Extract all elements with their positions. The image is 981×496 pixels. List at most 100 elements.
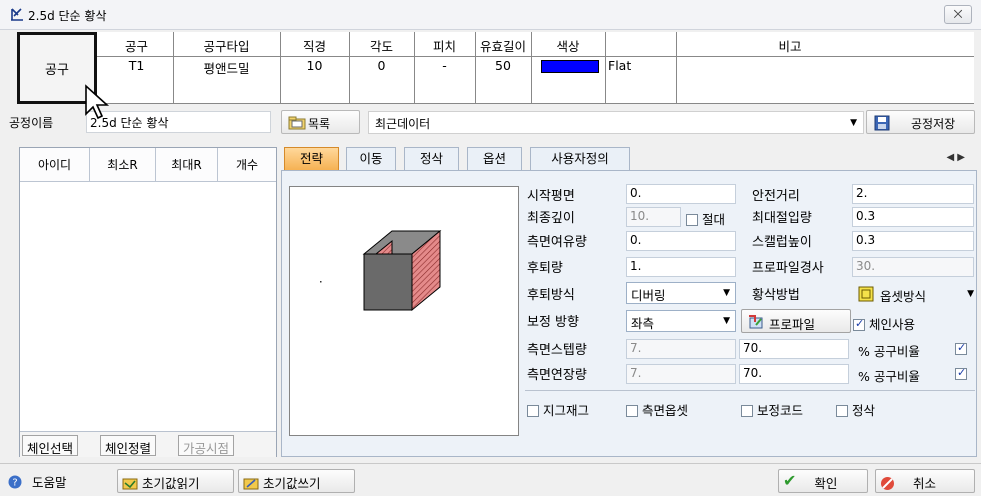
ok-label: 확인 (814, 476, 838, 491)
footer-bar: ? 도움말 초기값읽기 초기값쓰기 ✔ 확인 취소 (0, 463, 981, 496)
max-cut-label: 최대절입량 (752, 211, 812, 226)
retract-input[interactable]: 1. (626, 257, 736, 277)
floppy-icon (874, 115, 890, 131)
col-min-r-header[interactable]: 최소R (90, 148, 156, 182)
cell-tool-type[interactable]: 평앤드밀 (173, 58, 280, 78)
safe-distance-label: 안전거리 (752, 189, 800, 204)
rough-mode-select[interactable]: 옵셋방식 ▼ (852, 283, 976, 305)
retract-mode-value: 디버링 (631, 288, 666, 303)
help-button[interactable]: ? 도움말 (4, 469, 108, 493)
col-max-r-header[interactable]: 최대R (156, 148, 218, 182)
comp-direction-label: 보정 방향 (527, 315, 579, 330)
col-count-header[interactable]: 개수 (218, 148, 276, 182)
header-tool: 공구 (124, 39, 148, 54)
folder-icon (288, 116, 306, 130)
chain-button-bar: 체인선택 체인정렬 가공시점 (20, 431, 276, 457)
side-allowance-input[interactable]: 0. (626, 231, 736, 251)
side-extend-input[interactable]: 7. (626, 364, 736, 384)
finish-checkbox[interactable]: 정삭 (836, 400, 875, 419)
cell-color-swatch[interactable] (541, 60, 599, 73)
side-step-input[interactable]: 7. (626, 339, 736, 359)
close-button[interactable]: ⨉ (944, 5, 972, 24)
cell-angle[interactable]: 0 (349, 58, 414, 78)
tool-table-divider (97, 56, 974, 57)
list-button[interactable]: 목록 (281, 110, 360, 134)
checkbox-icon (626, 405, 638, 417)
checkbox-icon (836, 405, 848, 417)
tool-ratio-2-input[interactable]: 70. (739, 364, 849, 384)
header-effective-length: 유효길이 (479, 39, 526, 54)
profile-button[interactable]: 프로파일 (741, 309, 851, 333)
tool-ratio-1-checkbox[interactable] (955, 341, 971, 356)
cell-pitch[interactable]: - (414, 58, 475, 78)
tab-user-defined[interactable]: 사용자정의 (530, 147, 630, 171)
header-diameter: 직경 (302, 39, 326, 54)
side-allowance-label: 측면여유량 (527, 235, 587, 250)
tab-finish[interactable]: 정삭 (404, 147, 459, 171)
write-defaults-label: 초기값쓰기 (262, 476, 321, 491)
comp-direction-value: 좌측 (631, 316, 655, 331)
divider (525, 390, 975, 391)
scallop-height-label: 스캘럽높이 (752, 235, 812, 250)
header-tool-type: 공구타입 (203, 39, 250, 54)
final-depth-input[interactable]: 10. (626, 207, 681, 227)
read-defaults-button[interactable]: 초기값읽기 (117, 469, 234, 493)
side-step-label: 측면스텝량 (527, 343, 587, 358)
save-process-label: 공정저장 (911, 117, 956, 131)
tool-ratio-1-label: % 공구비율 (858, 344, 920, 359)
profile-button-label: 프로파일 (769, 317, 816, 332)
checkbox-icon (527, 405, 539, 417)
zigzag-checkbox[interactable]: 지그재그 (527, 400, 589, 419)
chain-use-checkbox[interactable]: 체인사용 (853, 314, 915, 333)
tab-options[interactable]: 옵션 (467, 147, 522, 171)
tool-ratio-2-checkbox[interactable] (955, 366, 971, 381)
cancel-button[interactable]: 취소 (875, 469, 975, 493)
ok-button[interactable]: ✔ 확인 (778, 469, 868, 493)
checkbox-checked-icon (955, 341, 967, 355)
svg-text:?: ? (12, 478, 17, 489)
tab-scroll-arrows[interactable]: ◀ ▶ (946, 152, 965, 163)
retract-mode-select[interactable]: 디버링 ▼ (626, 282, 736, 304)
safe-distance-input[interactable]: 2. (852, 184, 974, 204)
help-label: 도움말 (31, 475, 67, 490)
write-defaults-button[interactable]: 초기값쓰기 (238, 469, 355, 493)
max-cut-input[interactable]: 0.3 (852, 207, 974, 227)
recent-data-dropdown[interactable]: 최근데이터 ▼ (368, 111, 864, 134)
checkbox-icon (686, 214, 698, 226)
preview-image (289, 186, 519, 436)
cell-effective-length[interactable]: 50 (475, 58, 531, 78)
folder-write-icon (243, 478, 259, 490)
chain-list-panel[interactable]: 아이디 최소R 최대R 개수 (19, 147, 277, 457)
scallop-height-input[interactable]: 0.3 (852, 231, 974, 251)
help-icon: ? (8, 475, 22, 489)
side-offset-checkbox[interactable]: 측면옵셋 (626, 400, 688, 419)
chain-select-button[interactable]: 체인선택 (22, 435, 79, 456)
cell-remarks[interactable]: Flat (608, 58, 728, 78)
checkmark-icon: ✔ (783, 471, 797, 490)
finish-label: 정삭 (852, 403, 876, 418)
cell-tool[interactable]: T1 (100, 58, 173, 78)
offset-icon (858, 286, 874, 302)
profile-tolerance-input[interactable]: 30. (852, 257, 974, 277)
col-id-header[interactable]: 아이디 (20, 148, 90, 182)
chain-sort-button[interactable]: 체인정렬 (100, 435, 157, 456)
folder-open-icon (122, 478, 138, 490)
cancel-label: 취소 (912, 476, 936, 491)
header-color: 색상 (556, 39, 580, 54)
machining-start-button[interactable]: 가공시점 (178, 435, 235, 456)
comp-code-checkbox[interactable]: 보정코드 (741, 400, 803, 419)
rough-mode-label: 황삭방법 (752, 288, 800, 303)
comp-direction-select[interactable]: 좌측 ▼ (626, 310, 736, 332)
cell-diameter[interactable]: 10 (280, 58, 349, 78)
final-depth-label: 최종깊이 (527, 211, 575, 226)
start-plane-input[interactable]: 0. (626, 184, 736, 204)
tab-move[interactable]: 이동 (346, 147, 396, 171)
tool-ratio-1-input[interactable]: 70. (739, 339, 849, 359)
read-defaults-label: 초기값읽기 (141, 476, 200, 491)
process-name-input[interactable]: 2.5d 단순 황삭 (86, 111, 271, 133)
absolute-checkbox[interactable]: 절대 (686, 209, 725, 228)
tab-strategy[interactable]: 전략 (284, 147, 339, 171)
comp-code-label: 보정코드 (757, 403, 804, 418)
profile-icon (749, 315, 763, 329)
save-process-button[interactable]: 공정저장 (866, 110, 975, 134)
